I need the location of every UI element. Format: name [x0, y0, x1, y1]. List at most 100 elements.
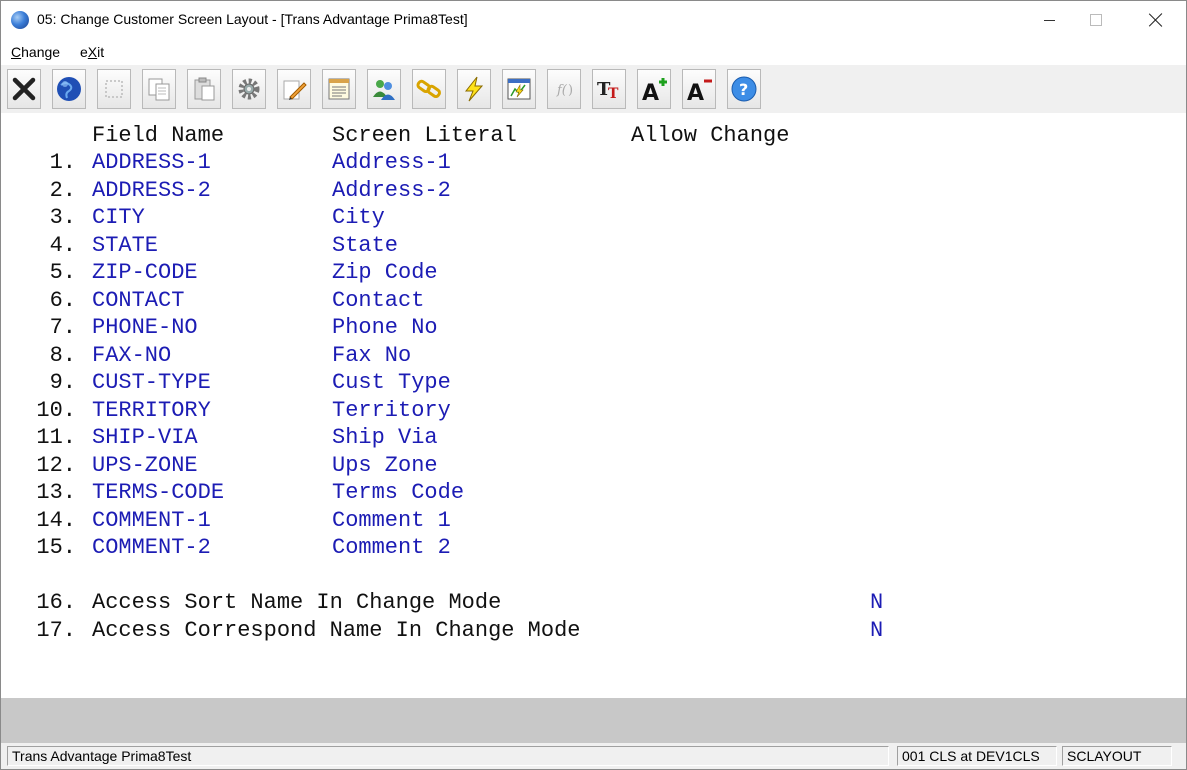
close-button[interactable]	[1133, 1, 1179, 39]
field-name-cell[interactable]: SHIP-VIA	[92, 427, 198, 449]
screen-literal-cell[interactable]: State	[332, 235, 398, 257]
field-name-cell[interactable]: CONTACT	[92, 290, 184, 312]
function-toolbar-button[interactable]: f()	[547, 69, 581, 109]
font-toolbar-button[interactable]: TT	[592, 69, 626, 109]
svg-text:?: ?	[739, 80, 748, 99]
field-name-cell[interactable]: ADDRESS-2	[92, 180, 211, 202]
option-label-correspond-name: Access Correspond Name In Change Mode	[92, 618, 581, 643]
row-number: 14.	[36, 508, 76, 533]
screen-literal-cell[interactable]: Cust Type	[332, 372, 451, 394]
status-session: 001 CLS at DEV1CLS	[897, 746, 1057, 766]
row-number: 13.	[36, 480, 76, 505]
row-number: 9.	[49, 370, 76, 395]
menu-exit[interactable]: eXit	[80, 44, 104, 60]
screen-literal-cell[interactable]: Phone No	[332, 317, 438, 339]
lightning-toolbar-button[interactable]	[457, 69, 491, 109]
status-bar: Trans Advantage Prima8Test 001 CLS at DE…	[1, 743, 1186, 769]
notepad-toolbar-button[interactable]	[322, 69, 356, 109]
minimize-icon	[1043, 19, 1055, 21]
layout-screen: Field Name Screen Literal Allow Change 1…	[1, 121, 1186, 697]
font-decrease-icon: A	[687, 79, 712, 103]
chain-link-icon	[416, 79, 441, 99]
field-name-cell[interactable]: STATE	[92, 235, 158, 257]
field-name-cell[interactable]: ADDRESS-1	[92, 152, 211, 174]
globe-app-icon	[11, 11, 29, 29]
paste-toolbar-button[interactable]	[187, 69, 221, 109]
font-decrease-toolbar-button[interactable]: A	[682, 69, 716, 109]
screen-literal-cell[interactable]: City	[332, 207, 385, 229]
notepad-icon	[328, 78, 350, 100]
svg-text:A: A	[642, 81, 659, 103]
font-increase-toolbar-button[interactable]: A	[637, 69, 671, 109]
exit-x-icon	[12, 77, 36, 101]
svg-text:f(: f(	[556, 83, 568, 98]
screen-literal-cell[interactable]: Address-1	[332, 152, 451, 174]
screen-literal-cell[interactable]: Territory	[332, 400, 451, 422]
option-value-correspond-name[interactable]: N	[870, 620, 883, 642]
field-name-cell[interactable]: UPS-ZONE	[92, 455, 198, 477]
message-area	[1, 698, 1186, 743]
field-name-cell[interactable]: COMMENT-1	[92, 510, 211, 532]
chart-window-icon	[507, 78, 531, 100]
globe-toolbar-button[interactable]	[52, 69, 86, 109]
row-number: 1.	[49, 150, 76, 175]
field-name-cell[interactable]: COMMENT-2	[92, 537, 211, 559]
screen-literal-cell[interactable]: Zip Code	[332, 262, 438, 284]
option-number: 17.	[36, 618, 76, 643]
function-icon: f()	[556, 83, 573, 98]
help-toolbar-button[interactable]: ?	[727, 69, 761, 109]
row-number: 15.	[36, 535, 76, 560]
screen-literal-cell[interactable]: Fax No	[332, 345, 411, 367]
menu-change[interactable]: Change	[11, 44, 60, 60]
paste-icon	[194, 77, 215, 101]
settings-toolbar-button[interactable]	[232, 69, 266, 109]
row-number: 11.	[36, 425, 76, 450]
field-name-cell[interactable]: PHONE-NO	[92, 317, 198, 339]
screen-literal-cell[interactable]: Ups Zone	[332, 455, 438, 477]
row-number: 4.	[49, 233, 76, 258]
blank-toolbar-button[interactable]	[97, 69, 131, 109]
column-header-field-name: Field Name	[92, 123, 225, 148]
option-number: 16.	[36, 590, 76, 615]
field-name-cell[interactable]: ZIP-CODE	[92, 262, 198, 284]
screen-literal-cell[interactable]: Ship Via	[332, 427, 438, 449]
users-toolbar-button[interactable]	[367, 69, 401, 109]
screen-literal-cell[interactable]: Address-2	[332, 180, 451, 202]
column-header-screen-literal: Screen Literal	[332, 123, 517, 148]
copy-toolbar-button[interactable]	[142, 69, 176, 109]
maximize-button[interactable]	[1073, 1, 1119, 39]
row-number: 7.	[49, 315, 76, 340]
link-toolbar-button[interactable]	[412, 69, 446, 109]
row-number: 2.	[49, 178, 76, 203]
field-name-cell[interactable]: TERRITORY	[92, 400, 211, 422]
field-name-cell[interactable]: CUST-TYPE	[92, 372, 211, 394]
option-value-sort-name[interactable]: N	[870, 592, 883, 614]
svg-text:T: T	[608, 86, 619, 102]
screen-literal-cell[interactable]: Comment 1	[332, 510, 451, 532]
row-number: 12.	[36, 453, 76, 478]
toolbar: f() TT A A ?	[1, 65, 1186, 113]
field-name-cell[interactable]: FAX-NO	[92, 345, 171, 367]
menu-change-label: hange	[21, 44, 61, 60]
screen-literal-cell[interactable]: Terms Code	[332, 482, 464, 504]
screen-literal-cell[interactable]: Comment 2	[332, 537, 451, 559]
field-name-cell[interactable]: TERMS-CODE	[92, 482, 224, 504]
minimize-button[interactable]	[1026, 1, 1072, 39]
maximize-icon	[1090, 14, 1102, 26]
menu-change-accel: C	[11, 44, 22, 60]
app-window: 05: Change Customer Screen Layout - [Tra…	[0, 0, 1187, 770]
svg-text:): )	[568, 83, 573, 98]
status-company: Trans Advantage Prima8Test	[7, 746, 889, 766]
chart-toolbar-button[interactable]	[502, 69, 536, 109]
users-icon	[373, 80, 395, 100]
option-label-sort-name: Access Sort Name In Change Mode	[92, 590, 502, 615]
status-program: SCLAYOUT	[1062, 746, 1172, 766]
screen-literal-cell[interactable]: Contact	[332, 290, 424, 312]
exit-toolbar-button[interactable]	[7, 69, 41, 109]
help-icon: ?	[731, 76, 757, 102]
field-name-cell[interactable]: CITY	[92, 207, 145, 229]
edit-toolbar-button[interactable]	[277, 69, 311, 109]
close-icon	[1149, 13, 1163, 27]
row-number: 3.	[49, 205, 76, 230]
row-number: 10.	[36, 398, 76, 423]
